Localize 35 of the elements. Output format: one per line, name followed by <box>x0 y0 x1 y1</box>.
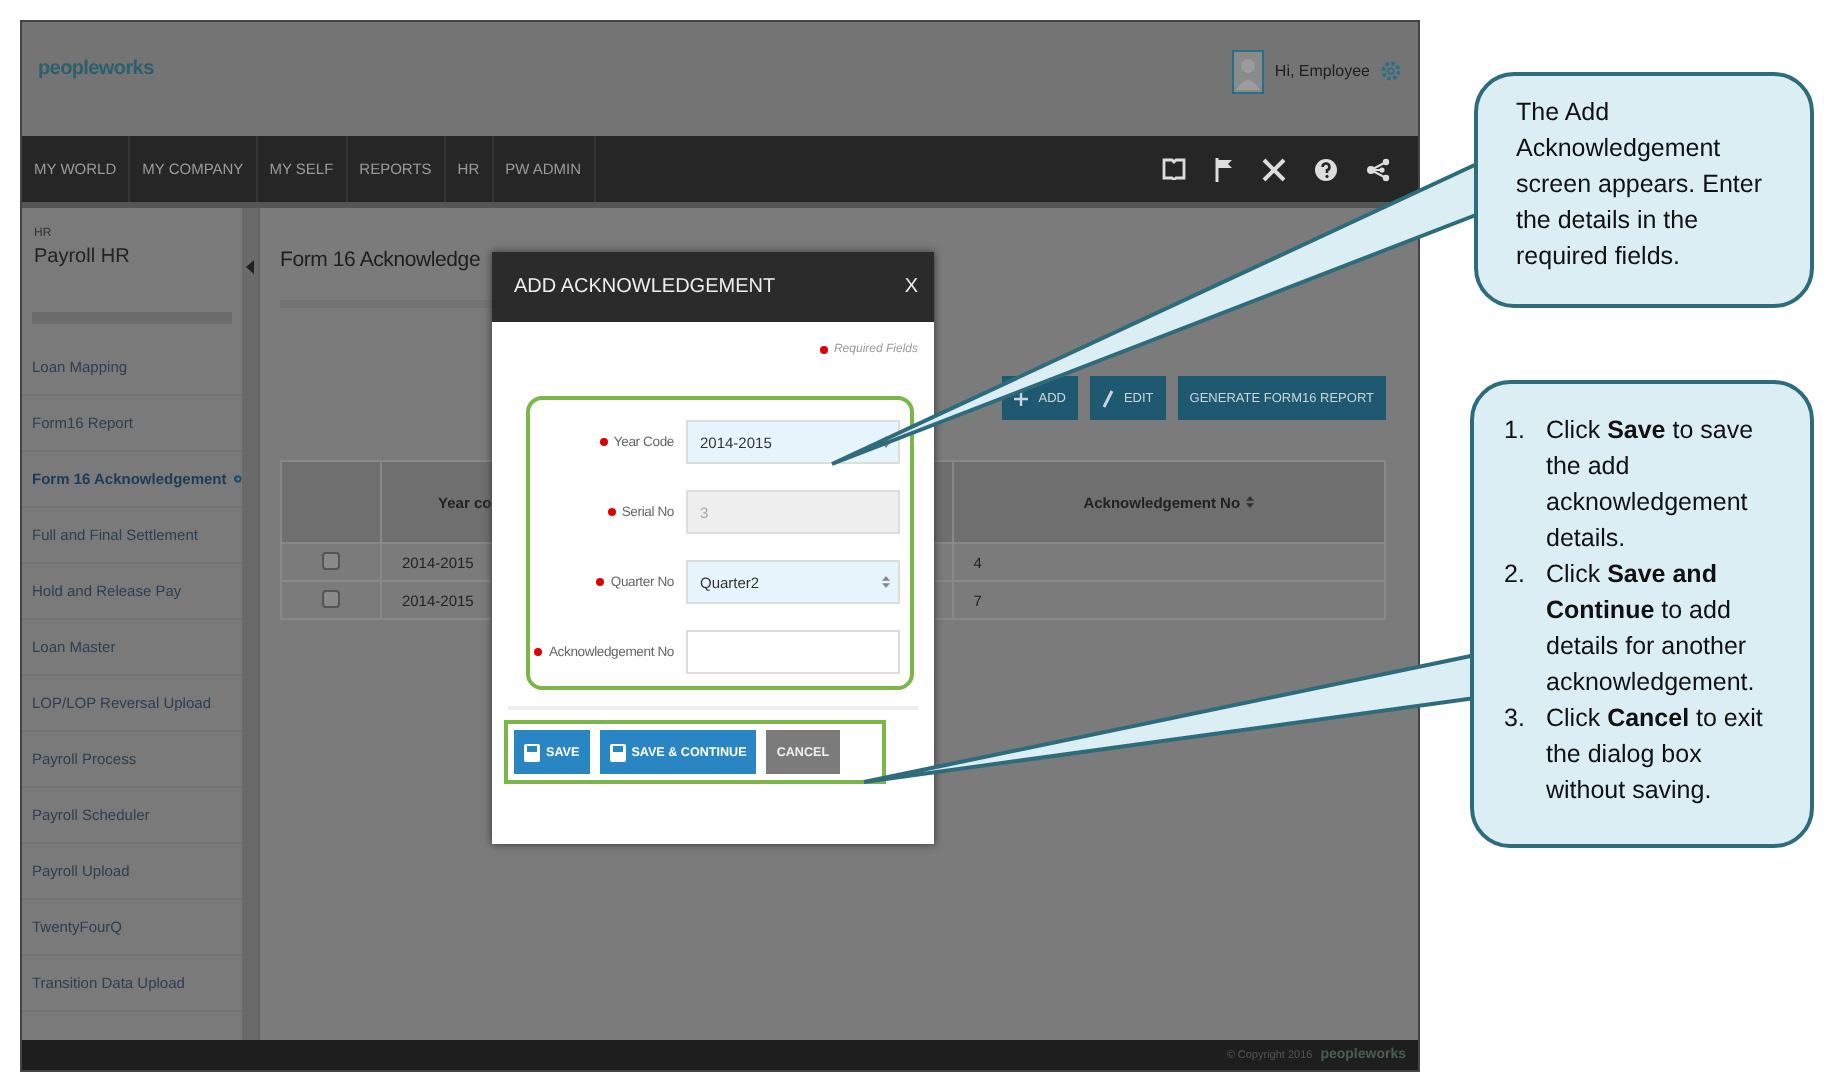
flag-icon[interactable] <box>1214 157 1234 181</box>
floppy-icon <box>524 743 540 761</box>
list-number: 3. <box>1504 702 1527 736</box>
collapse-icon[interactable] <box>246 260 254 274</box>
arrow-circle-icon <box>234 470 242 488</box>
page-title: Form 16 Acknowledge <box>280 248 483 272</box>
plus-icon <box>1014 391 1029 405</box>
list-number: 2. <box>1504 558 1527 592</box>
row-checkbox[interactable] <box>321 551 340 569</box>
list-number: 1. <box>1504 414 1527 448</box>
floppy-icon <box>609 743 626 761</box>
callout-text: Click Cancel to exit the dialog box without saving. <box>1546 702 1765 808</box>
book-icon[interactable] <box>1162 158 1186 180</box>
required-dot <box>607 508 616 516</box>
dialog-title: ADD ACKNOWLEDGEMENT <box>514 276 776 298</box>
callout-text: Click Save to save the add acknowledgement details. <box>1546 414 1756 556</box>
sidebar-title: Payroll HR <box>34 246 132 268</box>
share-icon[interactable] <box>1366 157 1390 181</box>
row-checkbox[interactable] <box>321 589 340 607</box>
avatar-icon[interactable] <box>1232 49 1265 93</box>
greeting: Hi, Employee <box>1274 62 1370 80</box>
callout-text: The Add Acknowledgement screen appears. Enter the details in the required fields. <box>1516 98 1762 270</box>
pencil-icon <box>1101 389 1114 407</box>
input-field[interactable] <box>686 630 900 674</box>
tools-icon[interactable] <box>1262 157 1286 181</box>
select-arrow-icon <box>882 576 890 588</box>
required-dot <box>599 438 608 446</box>
sort-icon <box>1246 495 1255 507</box>
logo: peopleworks <box>38 58 154 80</box>
callout-text: Click Save and Continue to add details for another acknowledgement. <box>1546 558 1757 700</box>
required-dot <box>534 648 543 656</box>
required-dot <box>819 346 828 354</box>
required-dot <box>596 578 605 586</box>
help-icon[interactable] <box>1314 157 1338 181</box>
close-button[interactable]: X <box>904 276 918 298</box>
